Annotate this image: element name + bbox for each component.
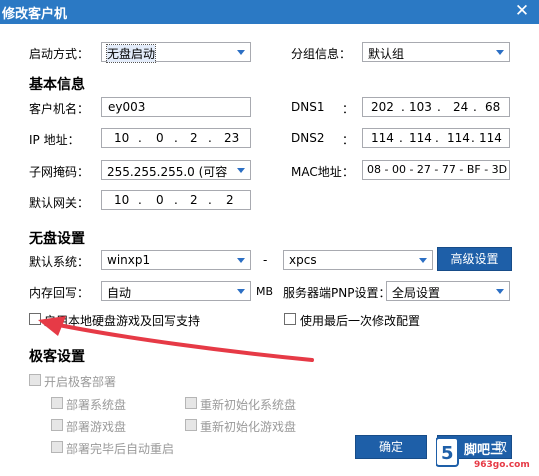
watermark-logo: 5 脚吧三 963go.com — [436, 432, 539, 476]
watermark-domain: 963go.com — [474, 460, 530, 470]
dialog-window: 修改客户机 ✕ 启动方式： 无盘启动 分组信息： 默认组 基本信息 客户机名： … — [0, 0, 539, 476]
svg-text:5: 5 — [441, 443, 454, 464]
watermark-text: 脚吧三 — [464, 443, 504, 458]
annotation-arrow — [38, 316, 314, 362]
